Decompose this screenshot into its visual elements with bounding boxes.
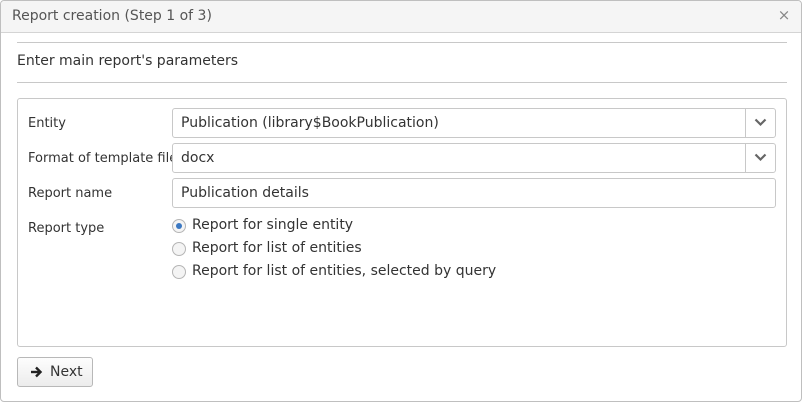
chevron-down-icon [754, 153, 767, 162]
template-format-dropdown-button[interactable] [745, 144, 775, 172]
template-format-select-value: docx [181, 150, 215, 166]
radio-button[interactable] [172, 242, 186, 256]
next-button[interactable]: Next [17, 357, 93, 387]
next-button-label: Next [50, 364, 83, 380]
report-type-option-label: Report for list of entities [192, 240, 362, 256]
entity-dropdown-button[interactable] [745, 109, 775, 137]
parameters-form: Entity Publication (library$BookPublicat… [17, 98, 787, 347]
window-title: Report creation (Step 1 of 3) [12, 8, 212, 24]
template-format-label: Format of template file [28, 151, 178, 166]
header-divider-bottom [17, 82, 787, 83]
title-bar: Report creation (Step 1 of 3) × [1, 1, 801, 33]
entity-select-value: Publication (library$BookPublication) [181, 115, 439, 131]
report-type-option-label: Report for list of entities, selected by… [192, 263, 497, 279]
entity-label: Entity [28, 116, 66, 131]
radio-button-checked[interactable] [172, 219, 186, 233]
arrow-right-icon [31, 366, 43, 378]
report-type-option-label: Report for single entity [192, 217, 354, 233]
entity-select[interactable]: Publication (library$BookPublication) [172, 108, 776, 138]
template-format-select[interactable]: docx [172, 143, 776, 173]
report-name-input[interactable] [172, 178, 776, 208]
report-type-label: Report type [28, 221, 105, 236]
header-divider-top [17, 42, 787, 43]
radio-button[interactable] [172, 265, 186, 279]
close-icon[interactable]: × [777, 6, 791, 24]
chevron-down-icon [754, 118, 767, 127]
report-name-label: Report name [28, 186, 113, 201]
report-wizard-window: Report creation (Step 1 of 3) × Enter ma… [0, 0, 802, 402]
step-header: Enter main report's parameters [17, 53, 239, 69]
